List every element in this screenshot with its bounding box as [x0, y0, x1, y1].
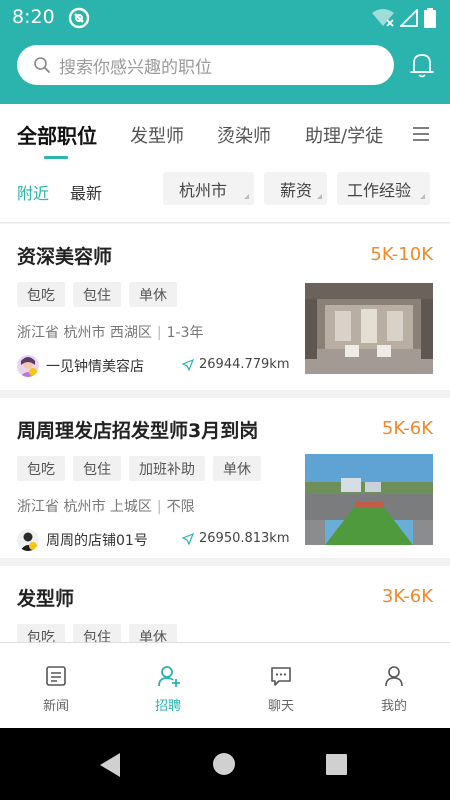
distance-value: 26944.779km: [199, 357, 290, 372]
job-salary: 3K-6K: [381, 586, 433, 607]
job-card[interactable]: 发型师 3K-6K 包吃 包住 单休: [0, 566, 450, 642]
menu-icon[interactable]: [412, 126, 430, 142]
store-info: 一见钟情美容店: [17, 354, 144, 378]
filter-city[interactable]: 杭州市: [163, 172, 254, 205]
job-distance: 26944.779km: [182, 357, 290, 372]
location-arrow-icon: [182, 532, 194, 545]
status-icons: [372, 7, 436, 29]
job-distance: 26950.813km: [182, 531, 290, 546]
search-placeholder: 搜索你感兴趣的职位: [59, 57, 212, 78]
job-tag: 单休: [213, 456, 261, 481]
nav-label: 招聘: [154, 699, 181, 714]
nav-chat[interactable]: 聊天: [225, 643, 337, 729]
location-arrow-icon: [182, 358, 194, 371]
job-tag: 加班补助: [129, 456, 205, 481]
job-experience: 不限: [166, 499, 195, 515]
signal-icon: [400, 9, 418, 27]
store-name: 一见钟情美容店: [46, 359, 144, 375]
recents-icon[interactable]: [326, 754, 347, 775]
distance-value: 26950.813km: [199, 531, 290, 546]
job-salary: 5K-10K: [370, 244, 433, 265]
tab-hairstylist[interactable]: 发型师: [130, 122, 184, 148]
job-experience: 1-3年: [166, 325, 204, 341]
job-location-text: 浙江省 杭州市 西湖区: [17, 325, 152, 341]
nav-label: 新闻: [42, 699, 69, 714]
store-info: 周周的店铺01号: [17, 528, 148, 552]
job-title: 资深美容师: [17, 246, 113, 268]
store-avatar: [17, 355, 39, 377]
job-tag: 包住: [73, 624, 121, 642]
job-tags: 包吃 包住 加班补助 单休: [17, 456, 261, 481]
job-title: 周周理发店招发型师3月到岗: [17, 420, 259, 442]
sort-latest[interactable]: 最新: [70, 180, 102, 204]
tab-assistant[interactable]: 助理/学徒: [305, 122, 383, 148]
filter-city-label: 杭州市: [179, 180, 228, 200]
profile-icon: [385, 666, 403, 687]
tab-perm-dye[interactable]: 烫染师: [217, 122, 271, 148]
back-icon[interactable]: [98, 752, 122, 778]
search-icon: [34, 57, 50, 73]
job-tag: 单休: [129, 624, 177, 642]
job-image: [305, 454, 433, 545]
job-tag: 单休: [129, 282, 177, 307]
news-icon: [46, 666, 66, 686]
job-title: 发型师: [17, 588, 75, 610]
nav-label: 聊天: [267, 699, 294, 714]
job-tag: 包住: [73, 282, 121, 307]
job-location: 浙江省 杭州市 西湖区 | 1-3年: [17, 325, 204, 341]
job-tag: 包住: [73, 456, 121, 481]
dropdown-icon: [244, 194, 249, 199]
tab-all-jobs[interactable]: 全部职位: [17, 120, 97, 149]
job-card[interactable]: 资深美容师 5K-10K 包吃 包住 单休 浙江省 杭州市 西湖区 | 1-3年 一…: [0, 224, 450, 390]
active-tab-indicator: [44, 156, 68, 159]
chat-icon: [271, 667, 291, 686]
nav-profile[interactable]: 我的: [338, 643, 450, 729]
header: 8:20 搜索你感兴趣的职位: [0, 0, 450, 104]
recruit-icon: [158, 666, 180, 687]
job-tag: 包吃: [17, 456, 65, 481]
dropdown-icon: [317, 194, 322, 199]
bottom-nav: 新闻 招聘 聊天 我的: [0, 642, 450, 728]
category-tabs: 全部职位 发型师 烫染师 助理/学徒: [0, 104, 450, 164]
filter-experience-label: 工作经验: [347, 180, 412, 200]
sort-nearby[interactable]: 附近: [17, 180, 49, 204]
battery-icon: [424, 8, 436, 28]
status-bar: 8:20: [0, 0, 450, 36]
job-tag: 包吃: [17, 282, 65, 307]
job-location-text: 浙江省 杭州市 上城区: [17, 499, 152, 515]
job-location: 浙江省 杭州市 上城区 | 不限: [17, 499, 195, 515]
system-nav-bar: [0, 728, 450, 800]
job-tag: 包吃: [17, 624, 65, 642]
store-name: 周周的店铺01号: [46, 533, 148, 549]
notification-bell-icon[interactable]: [408, 51, 436, 79]
job-image: [305, 283, 433, 374]
home-icon[interactable]: [213, 753, 235, 775]
dropdown-icon: [420, 194, 425, 199]
nav-news[interactable]: 新闻: [0, 643, 112, 729]
filter-bar: 附近 最新 杭州市 薪资 工作经验: [0, 164, 450, 223]
wifi-icon: [372, 9, 394, 27]
job-tags: 包吃 包住 单休: [17, 282, 177, 307]
filter-salary[interactable]: 薪资: [264, 172, 327, 205]
nav-label: 我的: [380, 699, 407, 714]
status-time: 8:20: [12, 6, 55, 28]
job-card[interactable]: 周周理发店招发型师3月到岗 5K-6K 包吃 包住 加班补助 单休 浙江省 杭州…: [0, 398, 450, 558]
filter-salary-label: 薪资: [280, 180, 313, 200]
store-avatar: [17, 529, 39, 551]
job-tags: 包吃 包住 单休: [17, 624, 177, 642]
app-notification-icon: [68, 7, 90, 29]
job-salary: 5K-6K: [381, 418, 433, 439]
search-input[interactable]: 搜索你感兴趣的职位: [17, 45, 394, 85]
nav-recruit[interactable]: 招聘: [112, 643, 224, 729]
filter-experience[interactable]: 工作经验: [337, 172, 430, 205]
